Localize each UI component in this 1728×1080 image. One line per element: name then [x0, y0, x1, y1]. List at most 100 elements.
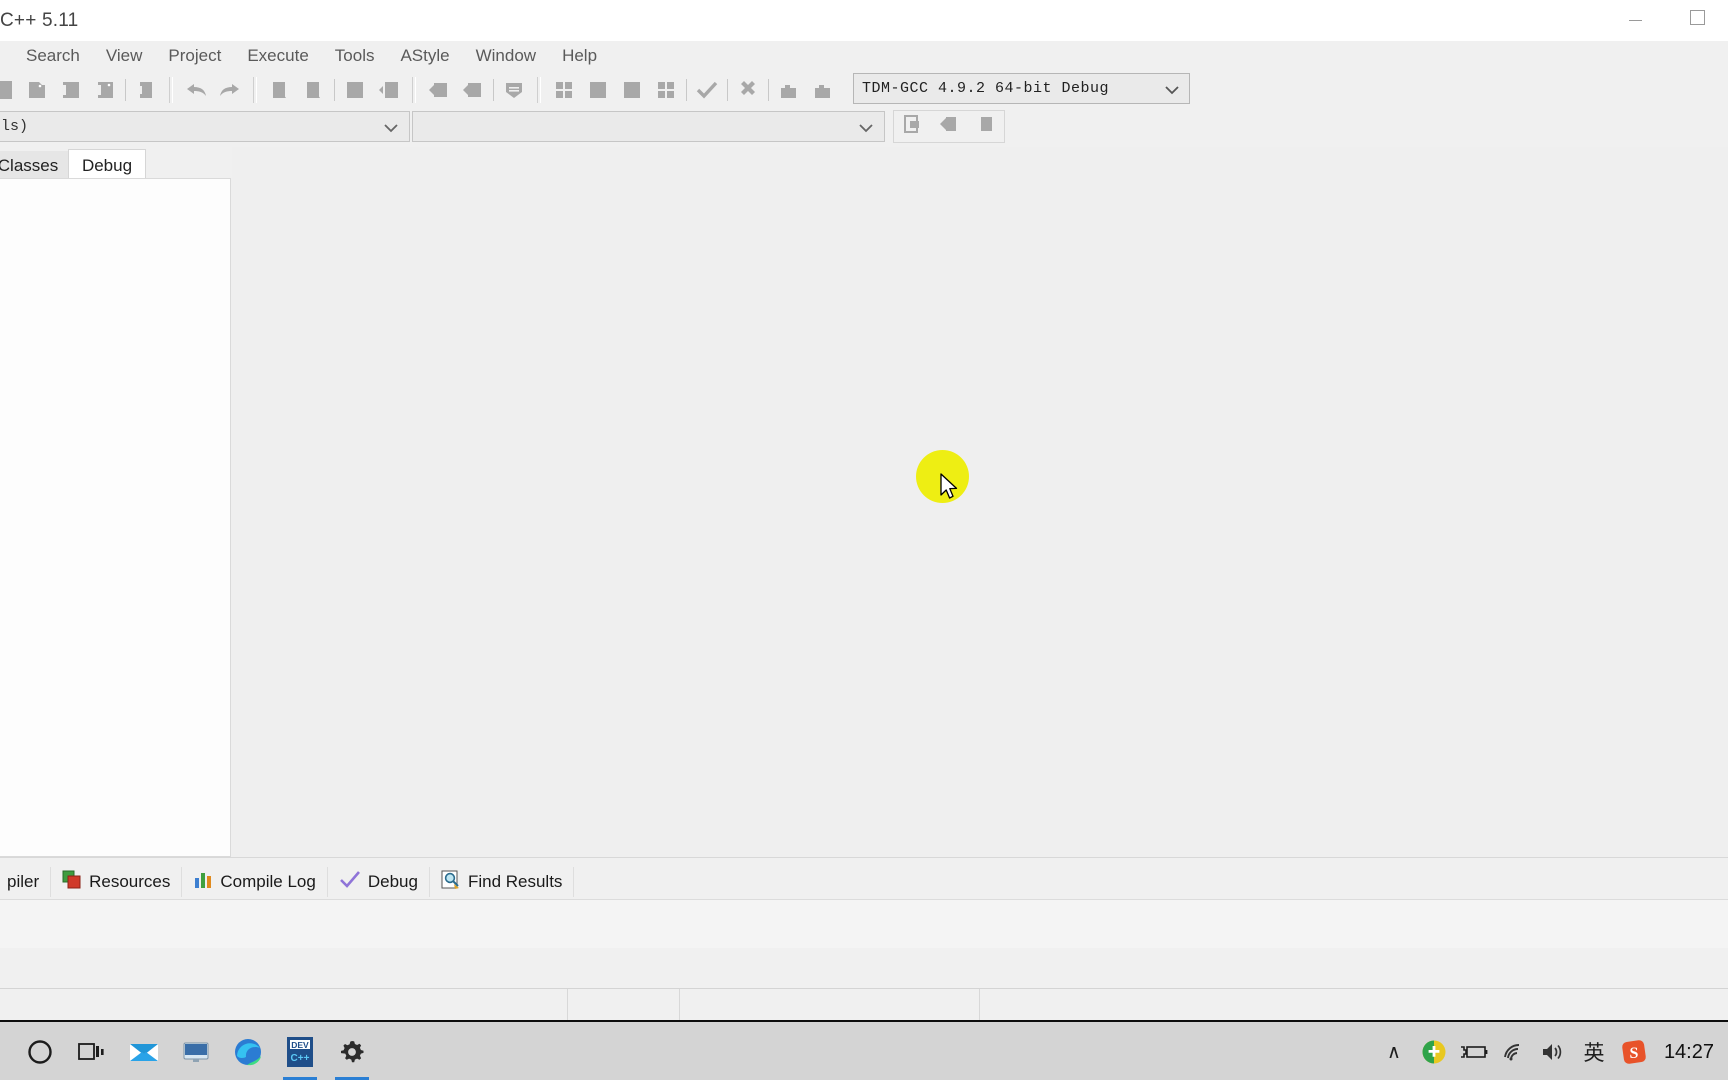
menu-astyle[interactable]: AStyle [387, 41, 462, 71]
menu-bar: Search View Project Execute Tools AStyle… [0, 41, 1728, 71]
clipboard-toolbar-group [263, 73, 406, 107]
tab-classes-label: Classes [0, 155, 59, 175]
ime-language-icon[interactable]: 英 [1574, 1022, 1614, 1080]
task-view-icon[interactable] [66, 1023, 118, 1080]
bottom-tab-compiler-label: piler [7, 872, 40, 891]
svg-text:DEV: DEV [291, 1040, 309, 1050]
find-results-icon [441, 870, 461, 895]
menu-search[interactable]: Search [13, 41, 93, 71]
compile-toolbar-group [547, 73, 840, 107]
tab-debug[interactable]: Debug [68, 149, 146, 181]
compile-log-icon [193, 870, 213, 895]
copy-button[interactable] [297, 74, 331, 106]
app-window: C++ 5.11 Search View Project Execute Too… [0, 0, 1728, 1080]
debug-check-icon [339, 870, 361, 895]
stop-button[interactable] [615, 74, 649, 106]
menu-execute[interactable]: Execute [234, 41, 321, 71]
edge-icon[interactable] [222, 1023, 274, 1080]
editor-client-area [0, 147, 1728, 857]
find-prev-button[interactable] [422, 74, 456, 106]
svg-text:S: S [1629, 1045, 1638, 1062]
open-file-button[interactable] [20, 74, 54, 106]
windows-taskbar: DEV C++ ∧ 英 S 14:27 [0, 1020, 1728, 1080]
title-bar: C++ 5.11 [0, 0, 1728, 42]
sogou-input-icon[interactable]: S [1614, 1022, 1654, 1080]
menu-project[interactable]: Project [155, 41, 234, 71]
svg-text:C++: C++ [291, 1053, 310, 1064]
bottom-tab-compile-log-label: Compile Log [220, 872, 316, 891]
paste-button[interactable] [338, 74, 372, 106]
menu-window[interactable]: Window [463, 41, 549, 71]
minimize-button[interactable] [1604, 0, 1666, 34]
redo-button[interactable] [213, 74, 247, 106]
run-button[interactable] [581, 74, 615, 106]
tab-classes[interactable]: Classes [0, 151, 68, 180]
bottom-tab-find-results-label: Find Results [467, 872, 563, 891]
goto-declaration-button[interactable] [902, 114, 922, 139]
bottom-tab-compile-log[interactable]: Compile Log [182, 867, 328, 897]
panel-splitter[interactable] [231, 178, 237, 857]
mail-icon[interactable] [118, 1023, 170, 1080]
window-controls [1604, 0, 1728, 41]
bottom-tab-resources-label: Resources [89, 872, 171, 891]
goto-line-button[interactable] [497, 74, 531, 106]
syntax-check-button[interactable] [690, 74, 724, 106]
mouse-cursor [940, 473, 958, 499]
nav-back-button[interactable] [938, 114, 960, 139]
battery-icon[interactable] [1454, 1022, 1494, 1080]
find-next-button[interactable] [456, 74, 490, 106]
devcpp-icon[interactable]: DEV C++ [274, 1023, 326, 1080]
system-tray: ∧ 英 S 14:27 [1374, 1022, 1720, 1080]
nav-forward-button[interactable] [976, 114, 996, 139]
menu-help[interactable]: Help [549, 41, 610, 71]
save-file-button[interactable] [54, 74, 88, 106]
bottom-tab-debug-label: Debug [367, 872, 418, 891]
symbol-select[interactable] [412, 111, 885, 142]
desktop-icon[interactable] [170, 1023, 222, 1080]
search-toolbar-group [422, 73, 531, 107]
bottom-panel: piler Resources Compile Log Debug Find R… [0, 857, 1728, 989]
wifi-icon[interactable] [1494, 1022, 1534, 1080]
save-all-button[interactable] [88, 74, 122, 106]
debug-tree-panel[interactable] [0, 178, 231, 857]
maximize-button[interactable] [1666, 0, 1728, 34]
cut-button[interactable] [263, 74, 297, 106]
tab-debug-label: Debug [81, 155, 133, 175]
new-file-button[interactable] [0, 74, 20, 106]
class-scope-select[interactable]: ls) [0, 111, 410, 142]
chevron-down-icon [858, 121, 874, 139]
compile-button[interactable] [547, 74, 581, 106]
status-cell-3 [680, 989, 980, 1021]
status-cell-2 [568, 989, 680, 1021]
status-cell-1 [0, 989, 568, 1021]
volume-icon[interactable] [1534, 1022, 1574, 1080]
menu-view[interactable]: View [93, 41, 156, 71]
window-title: C++ 5.11 [0, 10, 79, 31]
settings-gear-icon[interactable] [326, 1023, 378, 1080]
bottom-tab-find-results[interactable]: Find Results [430, 867, 575, 897]
insert-button[interactable] [372, 74, 406, 106]
cortana-icon[interactable] [14, 1023, 66, 1080]
compiler-profile-value: TDM-GCC 4.9.2 64-bit Debug [862, 80, 1110, 97]
undo-button[interactable] [179, 74, 213, 106]
navigation-button-group [893, 110, 1005, 143]
bottom-tab-compiler[interactable]: piler [0, 867, 52, 897]
security-shield-icon[interactable] [1414, 1022, 1454, 1080]
abort-compile-button[interactable] [731, 74, 765, 106]
compile-run-button[interactable] [649, 74, 683, 106]
profile-button[interactable] [772, 74, 806, 106]
edit-toolbar-group [179, 73, 247, 107]
resources-icon [62, 870, 82, 895]
bottom-panel-content [0, 899, 1728, 948]
close-file-button[interactable] [129, 74, 163, 106]
chevron-down-icon [1164, 83, 1180, 101]
bottom-tab-debug[interactable]: Debug [328, 867, 430, 897]
taskbar-clock[interactable]: 14:27 [1654, 1041, 1720, 1064]
menu-tools[interactable]: Tools [322, 41, 388, 71]
bottom-tab-resources[interactable]: Resources [51, 867, 183, 897]
compiler-profile-select[interactable]: TDM-GCC 4.9.2 64-bit Debug [853, 73, 1190, 104]
show-hidden-icons-chevron[interactable]: ∧ [1374, 1022, 1414, 1080]
status-cell-4 [980, 989, 1728, 1021]
status-bar [0, 988, 1728, 1021]
rebuild-button[interactable] [806, 74, 840, 106]
